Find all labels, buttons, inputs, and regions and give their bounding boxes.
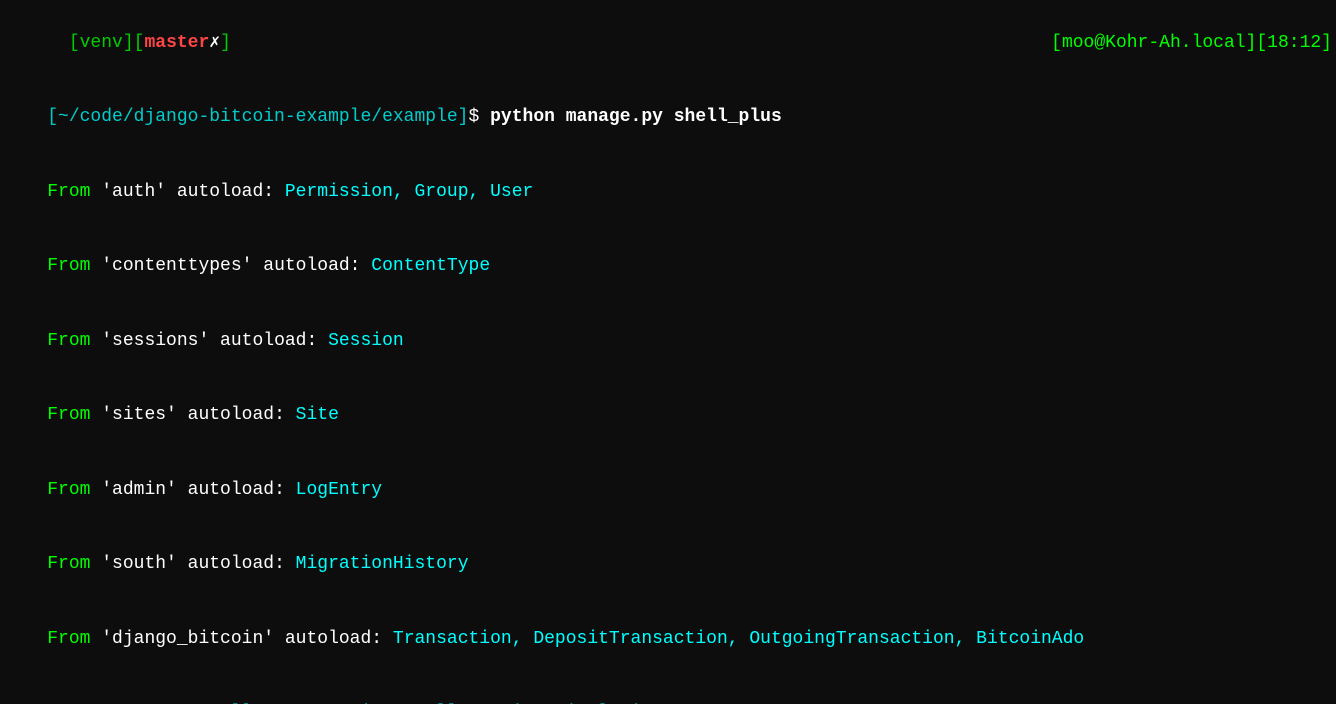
- from-keyword-sites: From: [47, 405, 90, 425]
- from-django-bitcoin-line: From 'django_bitcoin' autoload: Transact…: [0, 602, 1336, 676]
- from-south-items: MigrationHistory: [296, 554, 469, 574]
- from-keyword-south: From: [47, 554, 90, 574]
- from-admin-items: LogEntry: [296, 480, 382, 500]
- terminal-header-left: [venv][master✗]: [4, 6, 231, 80]
- from-auth-text: 'auth' autoload:: [90, 182, 284, 202]
- branch-bracket-close: ]: [220, 33, 231, 53]
- from-keyword-ct: From: [47, 256, 90, 276]
- from-keyword-auth: From: [47, 182, 90, 202]
- from-sessions-line: From 'sessions' autoload: Session: [0, 304, 1336, 378]
- host-info: [moo@Kohr-Ah.local][18:12]: [1051, 33, 1332, 53]
- venv-bracket-close: ]: [123, 33, 134, 53]
- venv-bracket-open: [: [69, 33, 80, 53]
- from-auth-line: From 'auth' autoload: Permission, Group,…: [0, 155, 1336, 229]
- prompt-dollar: $: [469, 107, 491, 127]
- from-south-text: 'south' autoload:: [90, 554, 295, 574]
- command-text: python manage.py shell_plus: [490, 107, 782, 127]
- from-sess-items: Session: [328, 331, 404, 351]
- from-auth-items: Permission, Group, User: [285, 182, 533, 202]
- branch-bracket-open: [: [134, 33, 145, 53]
- from-ct-text: 'contenttypes' autoload:: [90, 256, 371, 276]
- from-sites-line: From 'sites' autoload: Site: [0, 378, 1336, 452]
- from-south-line: From 'south' autoload: MigrationHistory: [0, 527, 1336, 601]
- from-dj-text: 'django_bitcoin' autoload:: [90, 629, 392, 649]
- from-admin-text: 'admin' autoload:: [90, 480, 295, 500]
- command-prompt-line: [~/code/django-bitcoin-example/example]$…: [0, 80, 1336, 154]
- from-sites-items: Site: [296, 405, 339, 425]
- venv-label: venv: [80, 33, 123, 53]
- from-dj-items: Transaction, DepositTransaction, Outgoin…: [393, 629, 1084, 649]
- terminal-header-right: [moo@Kohr-Ah.local][18:12]: [986, 6, 1332, 80]
- branch-name: master: [144, 33, 209, 53]
- from-sess-text: 'sessions' autoload:: [90, 331, 328, 351]
- branch-x: ✗: [209, 33, 220, 53]
- from-contenttypes-line: From 'contenttypes' autoload: ContentTyp…: [0, 229, 1336, 303]
- from-keyword-sess: From: [47, 331, 90, 351]
- from-keyword-dj: From: [47, 629, 90, 649]
- from-admin-line: From 'admin' autoload: LogEntry: [0, 453, 1336, 527]
- from-keyword-admin: From: [47, 480, 90, 500]
- from-ct-items: ContentType: [371, 256, 490, 276]
- terminal-window: [venv][master✗] [moo@Kohr-Ah.local][18:1…: [0, 0, 1336, 704]
- prompt-path: [~/code/django-bitcoin-example/example]: [47, 107, 468, 127]
- from-sites-text: 'sites' autoload:: [90, 405, 295, 425]
- terminal-header: [venv][master✗] [moo@Kohr-Ah.local][18:1…: [0, 6, 1336, 80]
- from-django-bitcoin-continuation: ress, Payment, WalletTransaction, Wallet…: [0, 676, 1336, 704]
